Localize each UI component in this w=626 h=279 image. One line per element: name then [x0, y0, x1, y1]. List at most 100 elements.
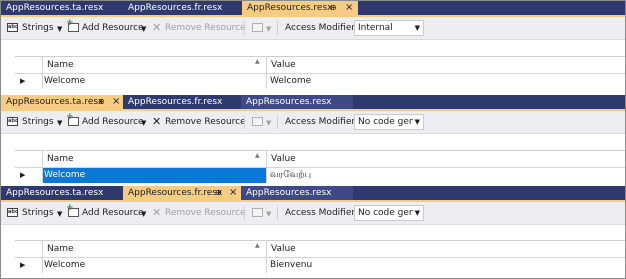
toolbar-separator: [244, 115, 245, 129]
chevron-down-icon[interactable]: ▼: [141, 210, 146, 218]
pin-tab-icon[interactable]: ⊕: [98, 95, 105, 109]
column-header-value[interactable]: Value: [271, 57, 296, 73]
remove-resource-icon: ✕: [152, 21, 162, 34]
row-pointer-icon: ▶: [20, 261, 26, 269]
grid-divider: [42, 241, 43, 273]
access-modifier-label: Access Modifier:: [285, 208, 358, 218]
tab-appresources-fr[interactable]: AppResources.fr.resx: [123, 95, 241, 109]
access-modifier-select[interactable]: No code gene ▼: [354, 205, 424, 221]
chevron-down-icon[interactable]: ▼: [141, 25, 146, 33]
strings-dropdown[interactable]: Strings: [22, 202, 54, 224]
chevron-down-icon: ▼: [412, 115, 420, 129]
access-modifier-value: No code gene: [358, 117, 421, 127]
grid-border: [15, 150, 625, 151]
grid-border: [15, 56, 625, 57]
grid-divider: [266, 151, 267, 183]
remove-resource-icon: ✕: [152, 115, 162, 128]
remove-resource-button[interactable]: Remove Resource: [165, 202, 246, 224]
chevron-down-icon: ▼: [414, 24, 420, 32]
chevron-down-icon[interactable]: ▼: [57, 25, 62, 33]
cell-name[interactable]: Welcome: [43, 168, 266, 183]
document-tab-strip: AppResources.ta.resx AppResources.fr.res…: [1, 1, 625, 15]
grid-border: [15, 240, 625, 241]
resource-toolbar: abc Strings ▼ Add Resource ▼ ✕ Remove Re…: [1, 17, 625, 40]
row-selector[interactable]: ▶: [15, 168, 42, 183]
strings-dropdown[interactable]: Strings: [22, 17, 54, 39]
add-resource-button[interactable]: Add Resource: [82, 202, 144, 224]
column-header-value[interactable]: Value: [271, 241, 296, 257]
resource-grid: Name ▲ Value ▶ Welcome Welcome: [15, 56, 625, 95]
row-pointer-icon: ▶: [20, 171, 26, 179]
cell-name[interactable]: Welcome: [44, 258, 264, 273]
sort-arrow-icon: ▲: [255, 58, 260, 65]
tab-appresources-default[interactable]: AppResources.resx: [241, 186, 353, 200]
close-tab-icon[interactable]: ×: [112, 95, 120, 109]
chevron-down-icon[interactable]: ▼: [266, 210, 271, 218]
tab-label: AppResources.fr.resx: [128, 188, 223, 198]
tab-label: AppResources.fr.resx: [128, 3, 223, 13]
tab-label: AppResources.resx: [246, 188, 332, 198]
close-tab-icon[interactable]: ×: [345, 1, 353, 15]
add-resource-icon: [66, 203, 79, 217]
resource-toolbar: abc Strings ▼ Add Resource ▼ ✕ Remove Re…: [1, 111, 625, 134]
tab-label: AppResources.ta.resx: [6, 3, 104, 13]
add-resource-icon: [66, 18, 79, 32]
add-resource-button[interactable]: Add Resource: [82, 111, 144, 133]
column-header-name[interactable]: Name: [47, 151, 74, 167]
row-pointer-icon: ▶: [20, 77, 26, 85]
view-icon[interactable]: [252, 208, 263, 217]
access-modifier-value: Internal: [358, 23, 393, 33]
pin-tab-icon[interactable]: ⊕: [330, 1, 337, 15]
cell-value[interactable]: Welcome: [270, 74, 311, 89]
tab-appresources-ta[interactable]: AppResources.ta.resx: [1, 1, 121, 15]
tab-appresources-ta[interactable]: AppResources.ta.resx: [1, 186, 123, 200]
resx-editor-panel-ta: AppResources.ta.resx ⊕ × AppResources.fr…: [1, 95, 625, 186]
sort-arrow-icon: ▲: [255, 242, 260, 249]
column-header-value[interactable]: Value: [271, 151, 296, 167]
resx-editor-panel-fr: AppResources.ta.resx AppResources.fr.res…: [1, 186, 625, 278]
cell-value[interactable]: வரவேற்பு: [270, 168, 311, 183]
chevron-down-icon[interactable]: ▼: [141, 119, 146, 127]
access-modifier-select[interactable]: No code gene ▼: [354, 114, 424, 130]
tab-label: AppResources.fr.resx: [128, 97, 223, 107]
cell-value[interactable]: Bienvenu: [270, 258, 312, 273]
chevron-down-icon: ▼: [412, 206, 420, 220]
column-header-name[interactable]: Name: [47, 57, 74, 73]
cell-name[interactable]: Welcome: [44, 74, 264, 89]
row-selector[interactable]: ▶: [15, 258, 42, 273]
toolbar-separator: [277, 115, 278, 129]
resource-grid: Name ▲ Value ▶ Welcome வரவேற்பு: [15, 150, 625, 186]
resource-grid: Name ▲ Value ▶ Welcome Bienvenu: [15, 240, 625, 278]
remove-resource-button[interactable]: Remove Resource: [165, 17, 246, 39]
pin-tab-icon[interactable]: ⊕: [215, 186, 222, 200]
row-selector[interactable]: ▶: [15, 74, 42, 89]
view-icon[interactable]: [252, 23, 263, 32]
column-header-name[interactable]: Name: [47, 241, 74, 257]
access-modifier-label: Access Modifier:: [285, 23, 358, 33]
document-tab-strip: AppResources.ta.resx AppResources.fr.res…: [1, 186, 625, 200]
access-modifier-label: Access Modifier:: [285, 117, 358, 127]
tab-appresources-fr[interactable]: AppResources.fr.resx: [121, 1, 242, 15]
access-modifier-value: No code gene: [358, 208, 421, 218]
chevron-down-icon[interactable]: ▼: [266, 25, 271, 33]
tab-appresources-default[interactable]: AppResources.resx ⊕ ×: [242, 1, 358, 15]
toolbar-separator: [277, 206, 278, 220]
resx-editor-panel-default: AppResources.ta.resx AppResources.fr.res…: [1, 1, 625, 95]
remove-resource-button[interactable]: Remove Resource: [165, 111, 246, 133]
add-resource-button[interactable]: Add Resource: [82, 17, 144, 39]
tab-label: AppResources.resx: [246, 97, 332, 107]
resource-toolbar: abc Strings ▼ Add Resource ▼ ✕ Remove Re…: [1, 202, 625, 225]
tab-appresources-fr[interactable]: AppResources.fr.resx ⊕ ×: [123, 186, 241, 200]
document-tab-strip: AppResources.ta.resx ⊕ × AppResources.fr…: [1, 95, 625, 109]
chevron-down-icon[interactable]: ▼: [57, 119, 62, 127]
chevron-down-icon[interactable]: ▼: [57, 210, 62, 218]
access-modifier-select[interactable]: Internal ▼: [354, 20, 424, 36]
strings-dropdown[interactable]: Strings: [22, 111, 54, 133]
tab-appresources-ta[interactable]: AppResources.ta.resx ⊕ ×: [1, 95, 123, 109]
strings-icon: abc: [7, 117, 18, 126]
tab-appresources-default[interactable]: AppResources.resx: [241, 95, 353, 109]
close-tab-icon[interactable]: ×: [229, 186, 237, 200]
remove-resource-icon: ✕: [152, 206, 162, 219]
view-icon[interactable]: [252, 117, 263, 126]
chevron-down-icon[interactable]: ▼: [266, 119, 271, 127]
